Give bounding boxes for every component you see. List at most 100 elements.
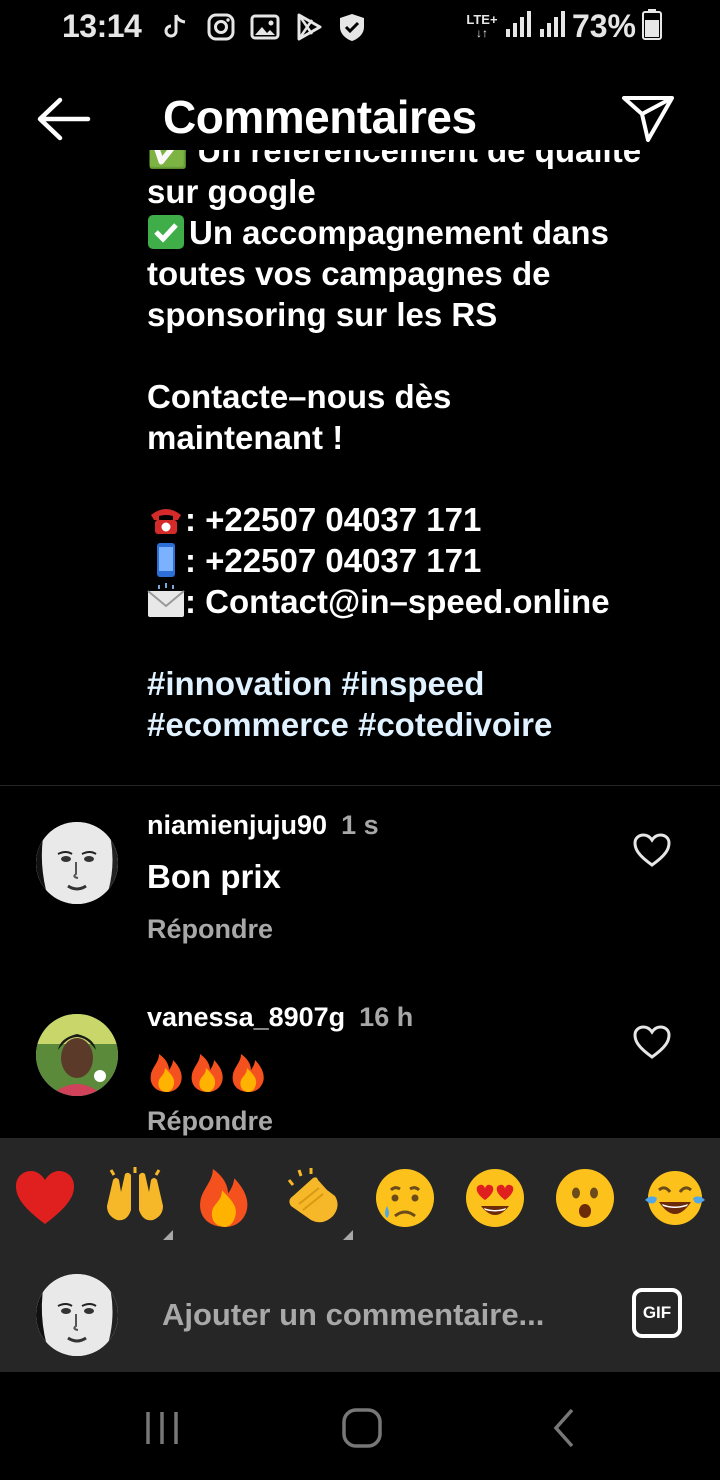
- avatar-portrait: [36, 1014, 118, 1096]
- check-mark-icon: [148, 215, 184, 249]
- quick-reactions-bar: [0, 1138, 720, 1258]
- raised-hands-icon: [107, 1167, 163, 1221]
- hashtags[interactable]: #ecommerce #cotedivoire: [147, 706, 552, 743]
- caption-line: : +22507 04037 171: [147, 499, 687, 540]
- like-button[interactable]: [632, 1024, 672, 1060]
- caption-line: sur google: [147, 171, 687, 212]
- heart-outline-icon: [633, 833, 671, 867]
- status-bar: 13:14 LTE+ ↓↑ 73%: [0, 0, 720, 56]
- system-nav-bar: [0, 1372, 720, 1480]
- caption-cut-text: ✅ Un référencement de qualité: [147, 150, 642, 169]
- battery-percent: 73%: [571, 8, 636, 44]
- heart-outline-icon: [633, 1025, 671, 1059]
- shield-icon: [338, 12, 368, 42]
- caption-text: sponsoring sur les RS: [147, 296, 498, 333]
- comment-text: [147, 1052, 273, 1102]
- telephone-icon: [151, 509, 181, 534]
- hashtag-line[interactable]: #innovation #inspeed: [147, 663, 687, 704]
- avatar-portrait: [36, 822, 118, 904]
- back-chevron-icon: [553, 1408, 574, 1448]
- post-caption: ✅ Un référencement de qualité sur google…: [147, 150, 687, 770]
- comment-text: Bon prix: [147, 858, 281, 895]
- like-button[interactable]: [632, 832, 672, 868]
- caption-line: : +22507 04037 171: [147, 540, 687, 581]
- envelope-icon: [147, 583, 185, 617]
- signal-icon: [504, 9, 532, 44]
- red-heart-icon: [16, 1171, 74, 1224]
- battery-icon: [642, 8, 662, 45]
- back-arrow-icon: [37, 97, 91, 141]
- recent-apps-icon: [146, 1412, 178, 1444]
- notification-icons: [162, 12, 368, 42]
- network-type: LTE+ ↓↑: [466, 12, 498, 40]
- comment-header: niamienjuju90 1 s: [147, 810, 379, 841]
- reaction-fire[interactable]: [193, 1166, 257, 1230]
- comment-time: 1 s: [341, 810, 379, 840]
- gallery-icon: [250, 12, 280, 42]
- reaction-raised-hands[interactable]: [103, 1166, 167, 1230]
- caption-line: : Contact@in–speed.online: [147, 581, 687, 622]
- caption-text: : Contact@in–speed.online: [185, 583, 610, 620]
- avatar[interactable]: [36, 1014, 118, 1096]
- caption-text: maintenant !: [147, 419, 344, 456]
- comment-composer: GIF: [0, 1258, 720, 1372]
- home-icon: [342, 1408, 382, 1448]
- reaction-crying[interactable]: [373, 1166, 437, 1230]
- reaction-clapping[interactable]: [283, 1166, 347, 1230]
- status-right: LTE+ ↓↑ 73%: [466, 8, 662, 45]
- comment-input[interactable]: [162, 1288, 602, 1342]
- tiktok-icon: [162, 12, 192, 42]
- instagram-icon: [206, 12, 236, 42]
- hashtag-line[interactable]: #ecommerce #cotedivoire: [147, 704, 687, 745]
- comment-username[interactable]: vanessa_8907g: [147, 1002, 345, 1032]
- comment-header: vanessa_8907g 16 h: [147, 1002, 413, 1033]
- variant-indicator: [343, 1230, 353, 1240]
- caption-text: : +22507 04037 171: [185, 542, 482, 579]
- reaction-tears-of-joy[interactable]: [643, 1166, 707, 1230]
- caption-blank: [147, 458, 687, 499]
- system-back-button[interactable]: [544, 1406, 588, 1450]
- status-time: 13:14: [62, 8, 142, 44]
- caption-line: toutes vos campagnes de: [147, 253, 687, 294]
- caption-text: : +22507 04037 171: [185, 501, 482, 538]
- caption-line: Un accompagnement dans: [147, 212, 687, 253]
- send-icon: [622, 96, 674, 142]
- crying-face-icon: [376, 1169, 434, 1227]
- comment-time: 16 h: [359, 1002, 414, 1032]
- caption-line: Contacte–nous dès: [147, 376, 687, 417]
- caption-text: Un accompagnement dans: [189, 214, 609, 251]
- heart-eyes-face-icon: [466, 1169, 524, 1227]
- divider: [0, 785, 720, 786]
- reaction-surprised[interactable]: [553, 1166, 617, 1230]
- hashtags[interactable]: #innovation #inspeed: [147, 665, 484, 702]
- caption-text: Contacte–nous dès: [147, 378, 452, 415]
- caption-cut-line: ✅ Un référencement de qualité: [147, 150, 687, 171]
- avatar-portrait: [36, 1274, 118, 1356]
- surprised-face-icon: [556, 1169, 614, 1227]
- page-title: Commentaires: [163, 91, 477, 143]
- avatar[interactable]: [36, 822, 118, 904]
- home-button[interactable]: [340, 1406, 384, 1450]
- reaction-heart-eyes[interactable]: [463, 1166, 527, 1230]
- caption-line: sponsoring sur les RS: [147, 294, 687, 335]
- fire-icon: [200, 1169, 248, 1227]
- caption-text: sur google: [147, 173, 316, 210]
- mobile-phone-icon: [157, 543, 175, 577]
- back-button[interactable]: [32, 92, 94, 146]
- tears-of-joy-face-icon: [645, 1171, 705, 1225]
- caption-line: maintenant !: [147, 417, 687, 458]
- comment-username[interactable]: niamienjuju90: [147, 810, 327, 840]
- play-store-icon: [294, 12, 324, 42]
- comment-item: niamienjuju90 1 s Bon prix Répondre: [0, 810, 720, 950]
- share-button[interactable]: [618, 88, 678, 148]
- my-avatar: [36, 1274, 118, 1356]
- variant-indicator: [163, 1230, 173, 1240]
- gif-button[interactable]: GIF: [632, 1288, 682, 1338]
- fire-emojis: [150, 1054, 264, 1092]
- fire-icon: [150, 1054, 182, 1092]
- reply-button[interactable]: Répondre: [147, 1106, 273, 1137]
- recent-apps-button[interactable]: [140, 1406, 184, 1450]
- reply-button[interactable]: Répondre: [147, 914, 273, 945]
- reaction-heart[interactable]: [13, 1166, 77, 1230]
- caption-text: toutes vos campagnes de: [147, 255, 551, 292]
